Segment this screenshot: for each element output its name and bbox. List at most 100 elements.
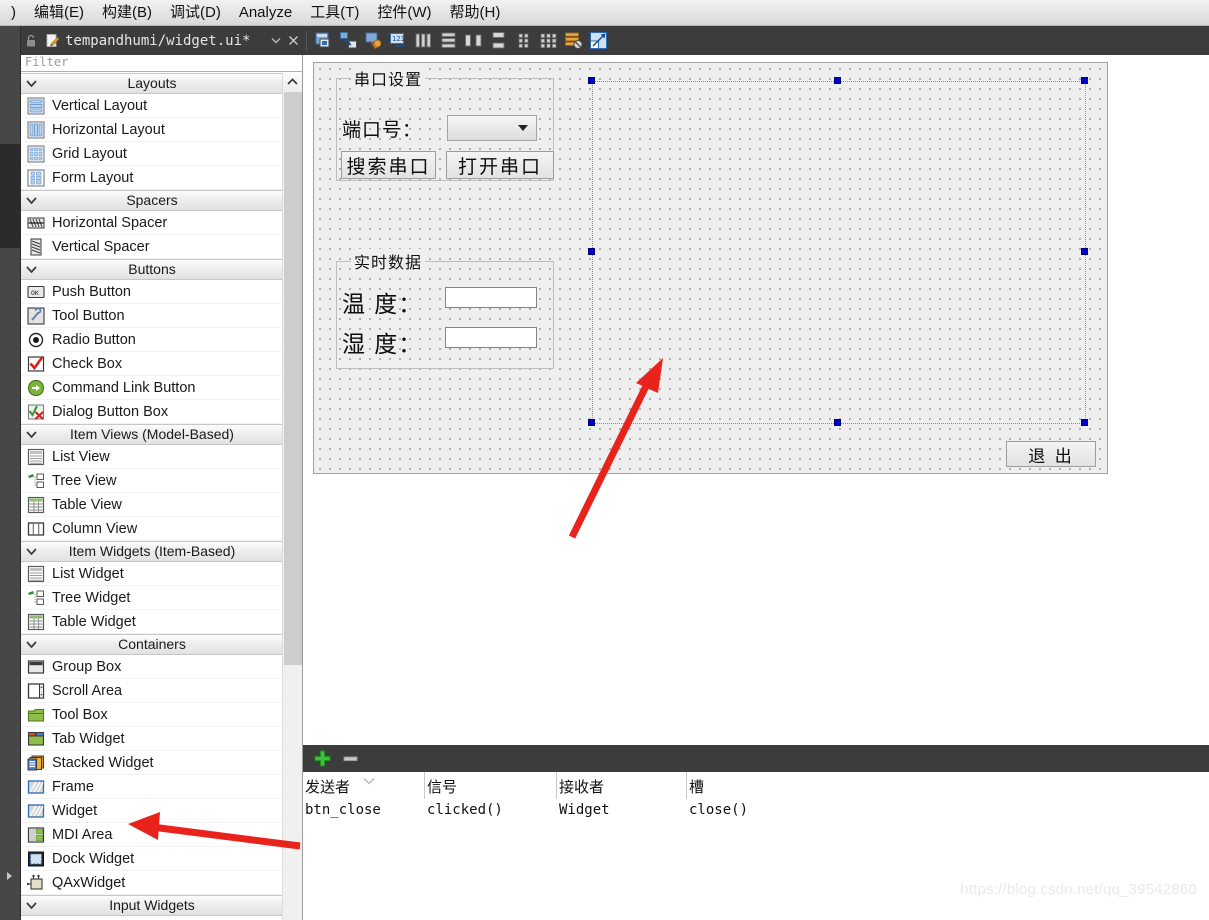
pencil-icon[interactable]: [41, 30, 63, 52]
layout-splitter-horizontal-icon[interactable]: [462, 29, 485, 52]
widget-group-header-containers[interactable]: Containers: [21, 634, 283, 655]
widget-item-list-widget[interactable]: List Widget: [21, 562, 283, 586]
adjust-size-icon[interactable]: [587, 29, 610, 52]
chevron-down-icon[interactable]: [268, 37, 284, 44]
selection-handle-middle-right[interactable]: [1081, 248, 1088, 255]
widget-item-horizontal-spacer[interactable]: Horizontal Spacer: [21, 211, 283, 235]
document-filename[interactable]: tempandhumi/widget.ui*: [65, 33, 250, 49]
widget-group-header-item-views-model-based[interactable]: Item Views (Model-Based): [21, 424, 283, 445]
layout-horizontally-icon[interactable]: [412, 29, 435, 52]
table-header-row: 发送者 信号 接收者 槽: [303, 772, 1209, 799]
widget-item-tab-widget[interactable]: Tab Widget: [21, 727, 283, 751]
widget-item-list-view[interactable]: List View: [21, 445, 283, 469]
button-exit[interactable]: 退 出: [1006, 441, 1096, 467]
plus-icon[interactable]: [311, 748, 333, 770]
signal-slot-toolbar: [303, 745, 1209, 772]
widget-item-grid-layout[interactable]: Grid Layout: [21, 142, 283, 166]
widget-item-vertical-spacer[interactable]: Vertical Spacer: [21, 235, 283, 259]
button-open-serial[interactable]: 打开串口: [446, 151, 554, 179]
lineedit-humidity[interactable]: [445, 327, 537, 348]
button-search-serial[interactable]: 搜索串口: [341, 151, 436, 179]
menu-item-edit[interactable]: 编辑(E): [25, 2, 93, 24]
lineedit-temperature[interactable]: [445, 287, 537, 308]
group-title: Containers: [118, 636, 186, 652]
dialog-button-box-icon: [26, 402, 45, 421]
menu-item-debug[interactable]: 调试(D): [161, 2, 230, 24]
widget-item-push-button[interactable]: OK Push Button: [21, 280, 283, 304]
widget-filter-input[interactable]: Filter: [21, 55, 302, 72]
selection-handle-top-center[interactable]: [834, 77, 841, 84]
selection-handle-bottom-right[interactable]: [1081, 419, 1088, 426]
widget-item-table-view[interactable]: Table View: [21, 493, 283, 517]
close-icon[interactable]: [284, 30, 302, 52]
edit-tab-order-icon[interactable]: 123: [387, 29, 410, 52]
minus-icon[interactable]: [339, 748, 361, 770]
selection-handle-middle-left[interactable]: [588, 248, 595, 255]
column-header-signal[interactable]: 信号: [425, 772, 557, 799]
widget-item-tool-box[interactable]: Tool Box: [21, 703, 283, 727]
widget-item-horizontal-layout[interactable]: Horizontal Layout: [21, 118, 283, 142]
layout-grid-icon[interactable]: [537, 29, 560, 52]
menu-item-help[interactable]: 帮助(H): [441, 2, 510, 24]
widget-item-frame[interactable]: Frame: [21, 775, 283, 799]
selection-handle-bottom-left[interactable]: [588, 419, 595, 426]
rail-expand-arrow-icon[interactable]: [7, 872, 12, 880]
menu-item-0[interactable]: ): [2, 2, 25, 24]
widget-group-header-spacers[interactable]: Spacers: [21, 190, 283, 211]
layout-splitter-vertical-icon[interactable]: [487, 29, 510, 52]
layout-vertically-icon[interactable]: [437, 29, 460, 52]
widget-item-scroll-area[interactable]: Scroll Area: [21, 679, 283, 703]
widget-item-label: Tab Widget: [52, 730, 125, 747]
edit-buddies-icon[interactable]: [362, 29, 385, 52]
column-header-receiver[interactable]: 接收者: [557, 772, 687, 799]
column-header-slot[interactable]: 槽: [687, 772, 1209, 799]
table-view-icon: [26, 495, 45, 514]
widget-item-radio-button[interactable]: Radio Button: [21, 328, 283, 352]
selection-handle-bottom-center[interactable]: [834, 419, 841, 426]
widget-item-label: Widget: [52, 802, 98, 819]
selection-handle-top-right[interactable]: [1081, 77, 1088, 84]
layout-form-icon[interactable]: [512, 29, 535, 52]
combobox-port-number[interactable]: [447, 115, 537, 141]
widget-item-command-link-button[interactable]: Command Link Button: [21, 376, 283, 400]
menu-item-tools[interactable]: 工具(T): [301, 2, 368, 24]
widget-group-header-input-widgets[interactable]: Input Widgets: [21, 895, 283, 916]
menu-item-widgets[interactable]: 控件(W): [368, 2, 440, 24]
widget-item-stacked-widget[interactable]: Stacked Widget: [21, 751, 283, 775]
widget-item-label: Dock Widget: [52, 850, 135, 867]
form-canvas-widget[interactable]: 串口设置 端口号： 搜索串口 打开串口 实时数据 温 度： 湿 度： 退 出: [313, 62, 1108, 474]
widget-item-qaxwidget[interactable]: QAxWidget: [21, 871, 283, 895]
lock-icon[interactable]: [21, 30, 41, 52]
widget-item-form-layout[interactable]: Form Layout: [21, 166, 283, 190]
widget-item-check-box[interactable]: Check Box: [21, 352, 283, 376]
widget-group-header-layouts[interactable]: Layouts: [21, 73, 283, 94]
widget-item-tool-button[interactable]: Tool Button: [21, 304, 283, 328]
widget-item-dock-widget[interactable]: Dock Widget: [21, 847, 283, 871]
widget-item-dialog-button-box[interactable]: Dialog Button Box: [21, 400, 283, 424]
widget-item-tree-view[interactable]: Tree View: [21, 469, 283, 493]
widget-item-widget[interactable]: Widget: [21, 799, 283, 823]
widget-item-group-box[interactable]: Group Box: [21, 655, 283, 679]
rail-active-segment[interactable]: [0, 144, 21, 248]
cell-slot: close(): [689, 802, 749, 818]
svg-text:OK: OK: [31, 289, 39, 297]
widget-box-scrollbar[interactable]: [282, 73, 302, 920]
menu-item-build[interactable]: 构建(B): [93, 2, 161, 24]
widget-group-header-item-widgets-item-based[interactable]: Item Widgets (Item-Based): [21, 541, 283, 562]
edit-signals-slots-icon[interactable]: [337, 29, 360, 52]
widget-item-vertical-layout[interactable]: Vertical Layout: [21, 94, 283, 118]
widget-item-mdi-area[interactable]: MDI Area: [21, 823, 283, 847]
table-row[interactable]: btn_close clicked() Widget close(): [303, 799, 1209, 825]
selection-handle-top-left[interactable]: [588, 77, 595, 84]
widget-item-label: QAxWidget: [52, 874, 126, 891]
scroll-up-icon[interactable]: [283, 73, 302, 91]
edit-widgets-icon[interactable]: [312, 29, 335, 52]
widget-item-column-view[interactable]: Column View: [21, 517, 283, 541]
menu-item-analyze[interactable]: Analyze: [230, 2, 301, 24]
widget-group-header-buttons[interactable]: Buttons: [21, 259, 283, 280]
scrollbar-thumb[interactable]: [284, 92, 302, 665]
widget-item-table-widget[interactable]: Table Widget: [21, 610, 283, 634]
horizontal-layout-icon: [26, 120, 45, 139]
widget-item-tree-widget[interactable]: Tree Widget: [21, 586, 283, 610]
break-layout-icon[interactable]: [562, 29, 585, 52]
